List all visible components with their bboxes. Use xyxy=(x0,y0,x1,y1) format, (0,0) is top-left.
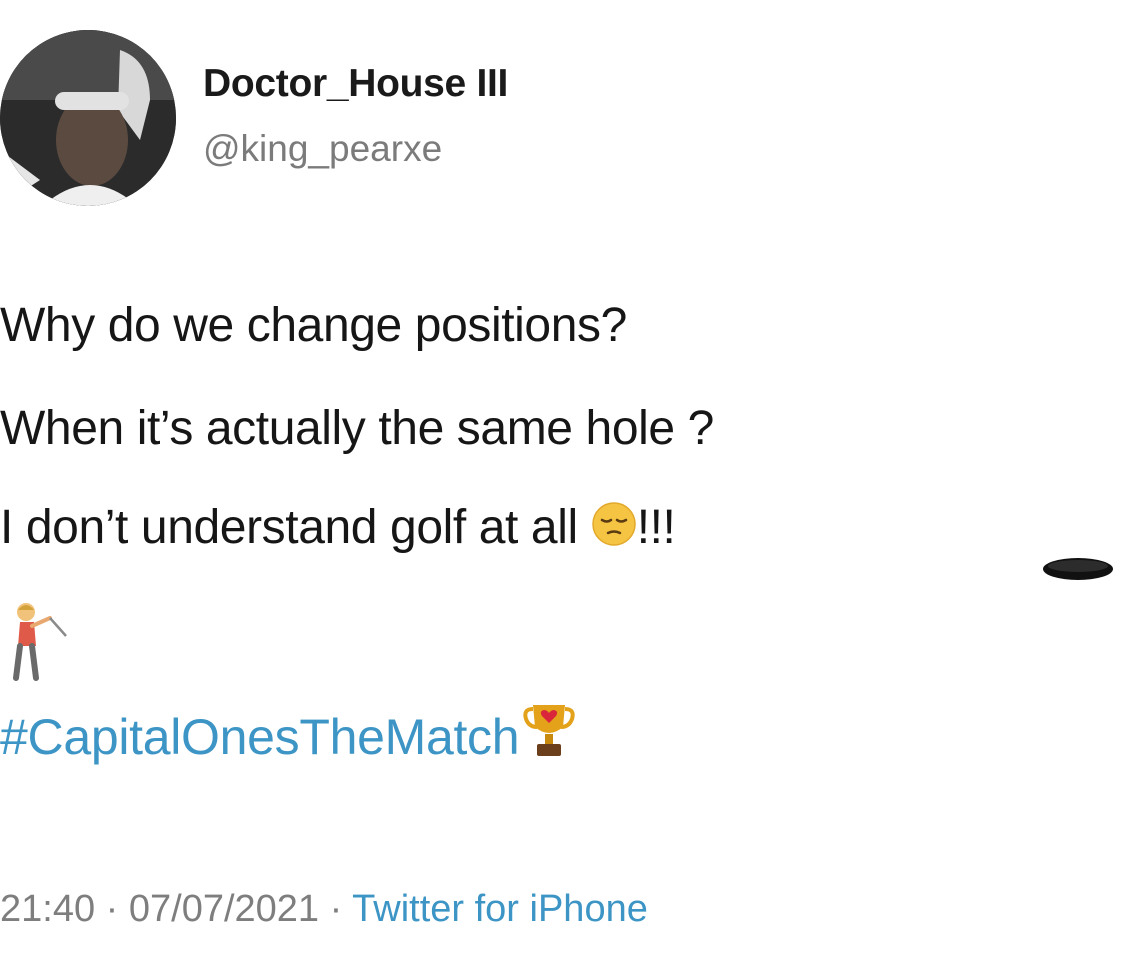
hashtag-row: #CapitalOnesTheMatch xyxy=(0,704,575,773)
tweet-text-line-2: When it’s actually the same hole ? xyxy=(0,402,714,455)
tweet-text-line-3-text: I don’t understand golf at all xyxy=(0,501,578,554)
separator: · xyxy=(95,888,129,930)
avatar-photo xyxy=(0,30,176,206)
tweet-text-line-3: I don’t understand golf at all !!! xyxy=(0,500,676,559)
display-name[interactable]: Doctor_House III xyxy=(203,62,508,106)
trophy-icon xyxy=(523,701,575,773)
tweet-source-link[interactable]: Twitter for iPhone xyxy=(352,888,648,930)
tweet-text-line-1: Why do we change positions? xyxy=(0,299,627,352)
tweet-time: 21:40 xyxy=(0,888,96,930)
tweet-meta: 21:40 · 07/07/2021 · Twitter for iPhone xyxy=(0,888,648,931)
golfer-icon xyxy=(6,600,70,691)
separator: · xyxy=(319,888,353,930)
tweet-text-line-3-suffix: !!! xyxy=(636,501,676,554)
avatar[interactable] xyxy=(0,30,176,206)
hole-icon xyxy=(1040,553,1116,588)
tweet-date: 07/07/2021 xyxy=(128,888,320,930)
pensive-face-icon xyxy=(591,501,637,559)
user-handle[interactable]: @king_pearxe xyxy=(203,128,442,170)
hashtag-link[interactable]: #CapitalOnesTheMatch xyxy=(0,709,520,765)
